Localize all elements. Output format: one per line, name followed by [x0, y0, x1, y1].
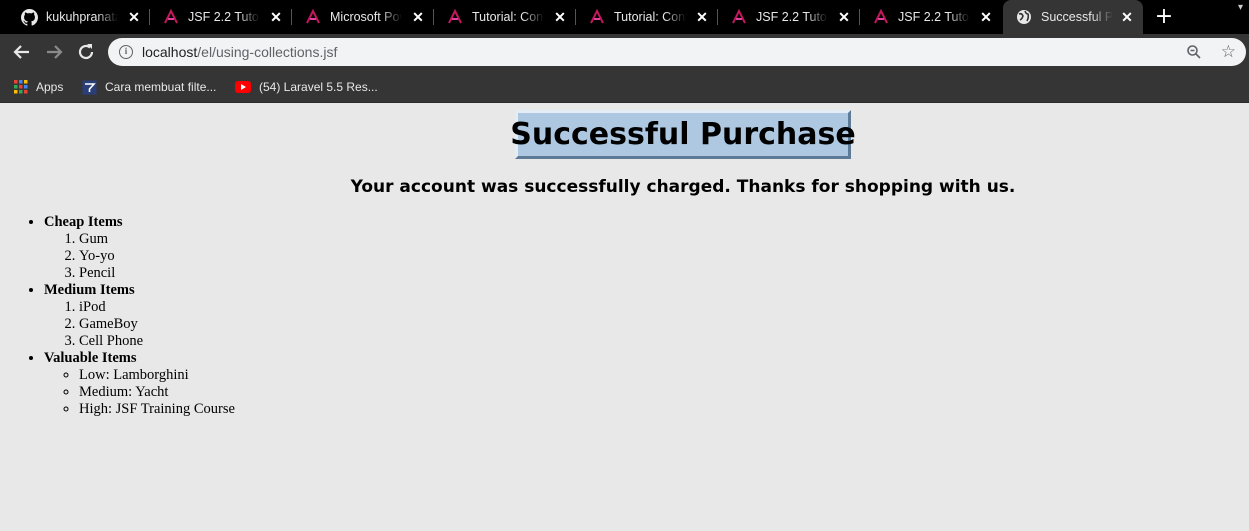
category-name: Medium Items	[44, 282, 135, 298]
arrow-right-icon	[47, 45, 63, 59]
jsf-icon	[872, 8, 890, 26]
list-item: iPod	[79, 299, 235, 316]
list-item: Low: Lamborghini	[79, 367, 235, 384]
category-list: Cheap Items Gum Yo-yo Pencil Medium Item…	[44, 214, 235, 418]
tab-title: JSF 2.2 Tutorial	[756, 10, 828, 24]
list-item: Yo-yo	[79, 248, 235, 265]
list-item: Gum	[79, 231, 235, 248]
bookmark-cara-membuat[interactable]: Cara membuat filte...	[82, 76, 216, 98]
close-tab-icon[interactable]: ✕	[552, 9, 568, 25]
bookmark-star-icon[interactable]: ☆	[1221, 42, 1236, 62]
tab-jsf-tutorial-1[interactable]: JSF 2.2 Tutorial ✕	[150, 0, 292, 34]
bookmark-site-icon	[82, 80, 97, 95]
category-cheap: Cheap Items Gum Yo-yo Pencil	[44, 214, 235, 282]
page-title: Successful Purchase	[510, 117, 856, 152]
list-item: Cell Phone	[79, 333, 235, 350]
url-text[interactable]: localhost/el/using-collections.jsf	[142, 44, 337, 60]
zoom-icon[interactable]	[1186, 44, 1202, 60]
youtube-icon	[235, 81, 251, 93]
close-tab-icon[interactable]: ✕	[126, 9, 142, 25]
tab-jsf-tutorial-3[interactable]: JSF 2.2 Tutorial ✕	[860, 0, 1002, 34]
item-list: iPod GameBoy Cell Phone	[79, 299, 235, 350]
page-content: Successful Purchase Your account was suc…	[0, 103, 1249, 531]
jsf-icon	[304, 8, 322, 26]
url-path: /el/using-collections.jsf	[197, 44, 338, 60]
tab-search-icon[interactable]: ▾	[1238, 2, 1243, 13]
tab-title: Tutorial: Config	[614, 10, 686, 24]
category-medium: Medium Items iPod GameBoy Cell Phone	[44, 282, 235, 350]
tab-microsoft[interactable]: Microsoft Pow ✕	[292, 0, 434, 34]
tab-successful-purchase[interactable]: Successful Pur ✕	[1003, 0, 1143, 34]
list-item: Medium: Yacht	[79, 384, 235, 401]
close-tab-icon[interactable]: ✕	[410, 9, 426, 25]
reload-button[interactable]	[74, 40, 98, 64]
page-title-box: Successful Purchase	[510, 110, 856, 159]
browser-toolbar: i localhost/el/using-collections.jsf ☆	[0, 34, 1249, 70]
jsf-icon	[162, 8, 180, 26]
forward-button[interactable]	[42, 40, 66, 64]
apps-grid-icon	[14, 80, 28, 94]
new-tab-button[interactable]: +	[1152, 5, 1176, 29]
tab-title: kukuhpranata/	[46, 10, 118, 24]
bookmark-label: Apps	[36, 80, 64, 94]
close-tab-icon[interactable]: ✕	[978, 9, 994, 25]
bookmark-laravel[interactable]: (54) Laravel 5.5 Res...	[235, 76, 378, 98]
site-info-icon[interactable]: i	[119, 45, 133, 59]
category-name: Valuable Items	[44, 350, 137, 366]
tab-title: Microsoft Pow	[330, 10, 402, 24]
close-tab-icon[interactable]: ✕	[268, 9, 284, 25]
arrow-left-icon	[13, 45, 29, 59]
reload-icon	[78, 44, 94, 60]
close-tab-icon[interactable]: ✕	[1119, 9, 1135, 25]
page-subtitle: Your account was successfully charged. T…	[350, 177, 1016, 197]
bookmark-apps[interactable]: Apps	[14, 76, 63, 98]
category-valuable: Valuable Items Low: Lamborghini Medium: …	[44, 350, 235, 418]
tab-title: JSF 2.2 Tutorial	[898, 10, 970, 24]
bookmark-label: Cara membuat filte...	[105, 80, 217, 94]
close-tab-icon[interactable]: ✕	[836, 9, 852, 25]
jsf-icon	[730, 8, 748, 26]
bookmarks-bar: Apps Cara membuat filte... (54) Laravel …	[0, 70, 1249, 103]
back-button[interactable]	[10, 40, 34, 64]
list-item: GameBoy	[79, 316, 235, 333]
category-name: Cheap Items	[44, 214, 123, 230]
list-item: Pencil	[79, 265, 235, 282]
bookmark-label: (54) Laravel 5.5 Res...	[259, 80, 378, 94]
jsf-icon	[446, 8, 464, 26]
tab-tutorial-config-1[interactable]: Tutorial: Config ✕	[434, 0, 576, 34]
tab-title: Successful Pur	[1041, 10, 1113, 24]
item-list: Low: Lamborghini Medium: Yacht High: JSF…	[79, 367, 235, 418]
github-icon	[20, 8, 38, 26]
tab-jsf-tutorial-2[interactable]: JSF 2.2 Tutorial ✕	[718, 0, 860, 34]
tab-github[interactable]: kukuhpranata/ ✕	[8, 0, 150, 34]
list-item: High: JSF Training Course	[79, 401, 235, 418]
jsf-icon	[588, 8, 606, 26]
address-bar[interactable]: i localhost/el/using-collections.jsf ☆	[108, 38, 1246, 66]
item-list: Gum Yo-yo Pencil	[79, 231, 235, 282]
tab-title: Tutorial: Config	[472, 10, 544, 24]
globe-icon	[1015, 8, 1033, 26]
close-tab-icon[interactable]: ✕	[694, 9, 710, 25]
tab-tutorial-config-2[interactable]: Tutorial: Config ✕	[576, 0, 718, 34]
tab-title: JSF 2.2 Tutorial	[188, 10, 260, 24]
url-host: localhost	[142, 44, 198, 60]
tab-strip: kukuhpranata/ ✕ JSF 2.2 Tutorial ✕ Micro…	[0, 0, 1249, 34]
